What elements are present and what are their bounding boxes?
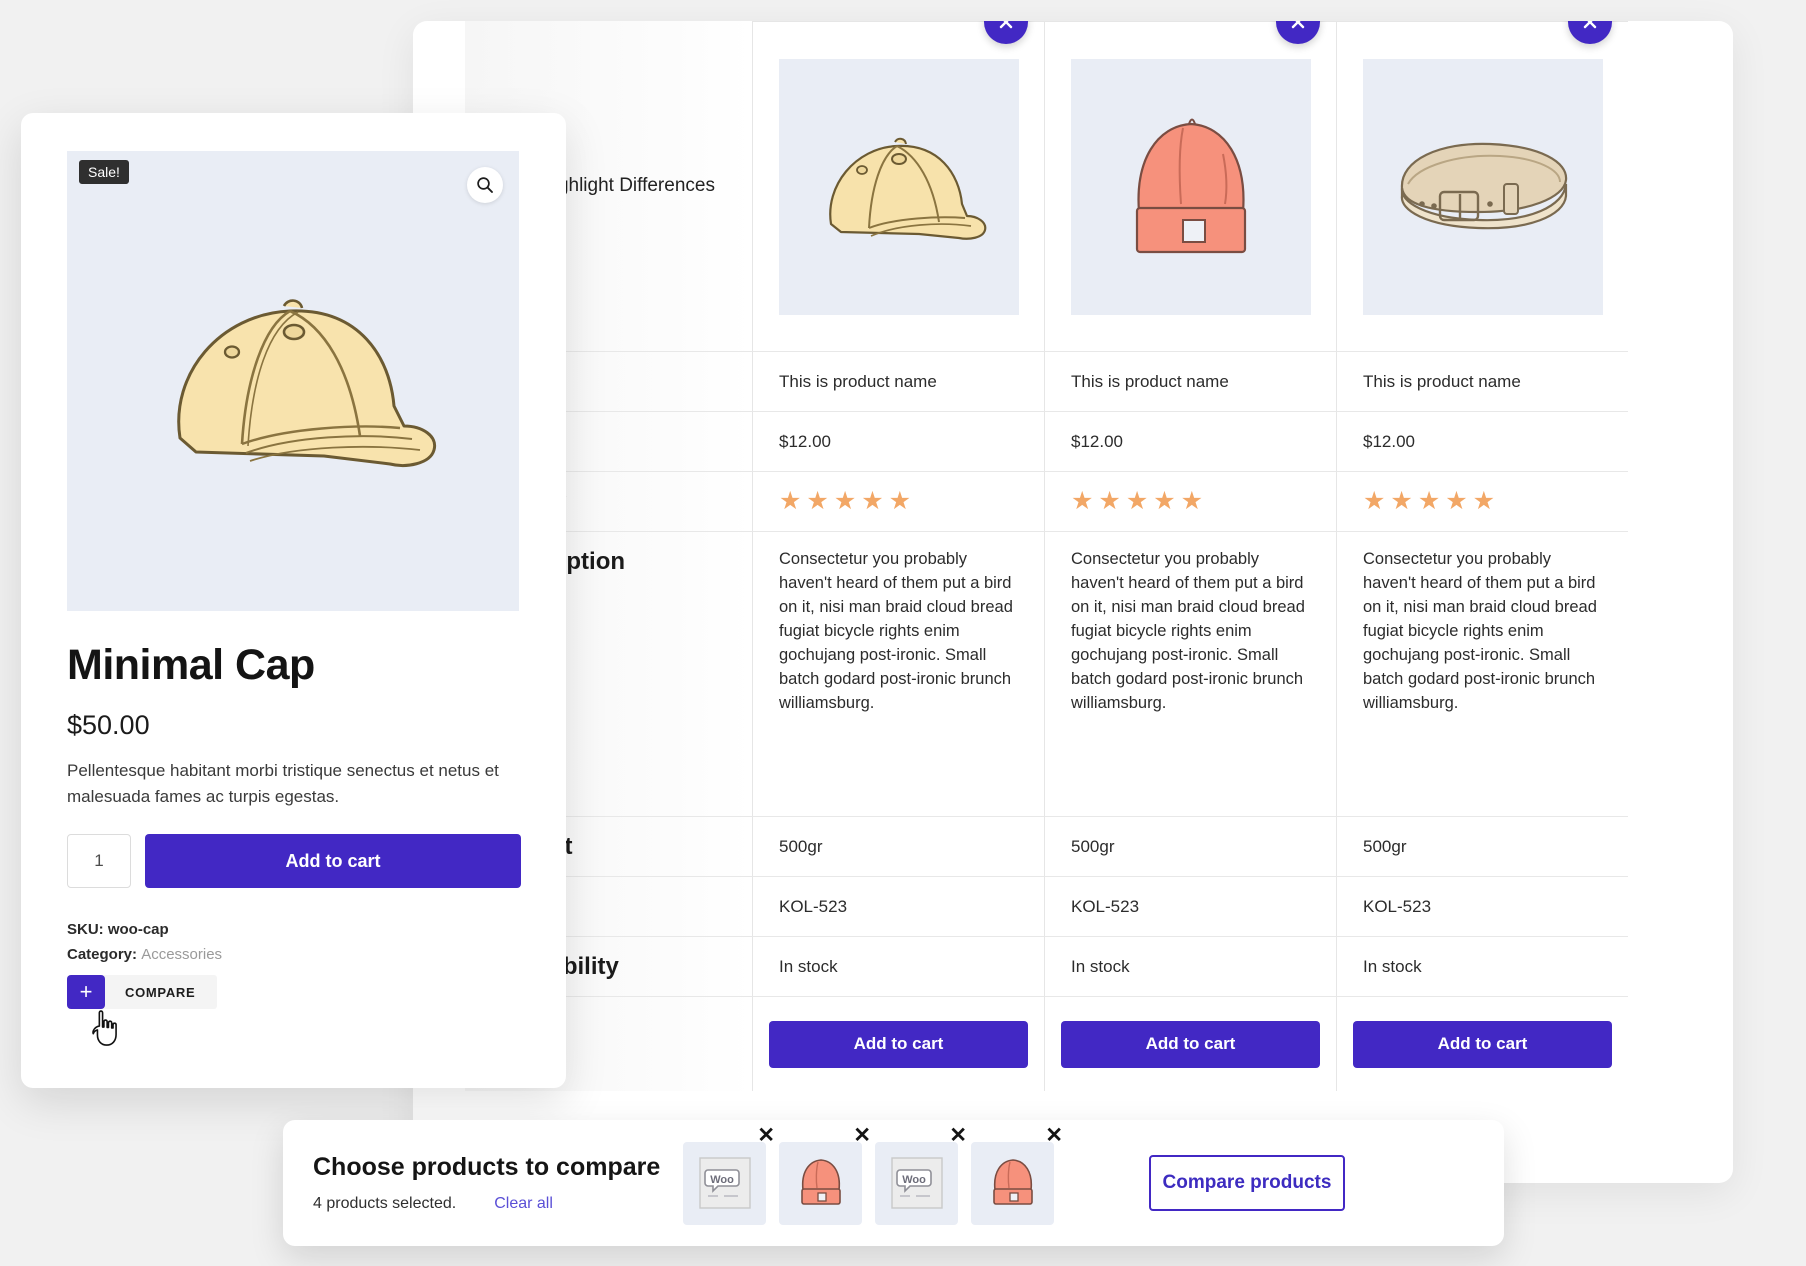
product-image-cap: [779, 59, 1019, 315]
product-category: Category: Accessories: [67, 946, 222, 963]
cell-availability-2: In stock: [1044, 936, 1336, 996]
table-row-actions: Add to cart Add to cart Add to cart: [465, 996, 1715, 1091]
product-detail-card: Sale! Minimal Cap $50.00: [21, 113, 566, 1088]
cursor-pointer-icon: [89, 1009, 123, 1047]
add-to-cart-button[interactable]: Add to cart: [1353, 1021, 1612, 1068]
cell-weight-1: 500gr: [752, 816, 1044, 876]
compare-products-button[interactable]: Compare products: [1149, 1155, 1345, 1211]
compare-table-card: Highlight Differences: [413, 21, 1733, 1183]
cell-weight-2: 500gr: [1044, 816, 1336, 876]
svg-text:Woo: Woo: [902, 1174, 926, 1186]
product-sku: SKU: woo-cap: [67, 921, 169, 938]
cell-rating-1: ★★★★★: [752, 471, 1044, 531]
cell-name-3: This is product name: [1336, 351, 1628, 411]
cell-sku-2: KOL-523: [1044, 876, 1336, 936]
selected-product-thumbnails: ✕ Woo ✕: [683, 1142, 1054, 1225]
plus-icon: +: [67, 975, 105, 1009]
compare-products-bar: Choose products to compare 4 products se…: [283, 1120, 1504, 1246]
product-image-beanie: [1071, 59, 1311, 315]
cell-availability-1: In stock: [752, 936, 1044, 996]
cell-weight-3: 500gr: [1336, 816, 1628, 876]
cell-actions-1: Add to cart: [752, 996, 1044, 1091]
svg-text:Woo: Woo: [710, 1174, 734, 1186]
cell-description-1: Consectetur you probably haven't heard o…: [752, 531, 1044, 816]
cell-price-1: $12.00: [752, 411, 1044, 471]
search-icon[interactable]: [467, 167, 503, 203]
thumbnail-beanie[interactable]: [971, 1142, 1054, 1225]
highlight-differences-label: Highlight Differences: [540, 175, 715, 197]
selected-count: 4 products selected.: [313, 1195, 456, 1213]
compare-button[interactable]: + COMPARE: [67, 975, 217, 1009]
thumbnail-woo-placeholder[interactable]: Woo: [875, 1142, 958, 1225]
cell-sku-1: KOL-523: [752, 876, 1044, 936]
star-rating-icon: ★★★★★: [1363, 489, 1500, 514]
cell-rating-2: ★★★★★: [1044, 471, 1336, 531]
star-rating-icon: ★★★★★: [1071, 489, 1208, 514]
cell-actions-2: Add to cart: [1044, 996, 1336, 1091]
product-column-header-1: [752, 21, 1044, 351]
list-item: ✕: [779, 1142, 862, 1225]
product-description: Pellentesque habitant morbi tristique se…: [67, 758, 522, 811]
clear-all-link[interactable]: Clear all: [494, 1195, 553, 1213]
add-to-cart-button[interactable]: Add to cart: [1061, 1021, 1320, 1068]
table-row: Price $12.00 $12.00 $12.00: [465, 411, 1715, 471]
table-row: Availability In stock In stock In stock: [465, 936, 1715, 996]
cell-description-3: Consectetur you probably haven't heard o…: [1336, 531, 1628, 816]
cell-price-2: $12.00: [1044, 411, 1336, 471]
cell-price-3: $12.00: [1336, 411, 1628, 471]
screen: Highlight Differences: [0, 0, 1806, 1266]
compare-button-label: COMPARE: [105, 985, 217, 1000]
product-gallery-image[interactable]: Sale!: [67, 151, 519, 611]
list-item: ✕ Woo: [683, 1142, 766, 1225]
close-icon[interactable]: ✕: [949, 1125, 967, 1146]
category-label: Category:: [67, 946, 137, 963]
table-row: SKU KOL-523 KOL-523 KOL-523: [465, 876, 1715, 936]
cell-name-2: This is product name: [1044, 351, 1336, 411]
table-row: Weight 500gr 500gr 500gr: [465, 816, 1715, 876]
cell-rating-3: ★★★★★: [1336, 471, 1628, 531]
list-item: ✕ Woo: [875, 1142, 958, 1225]
product-column-header-2: [1044, 21, 1336, 351]
cell-sku-3: KOL-523: [1336, 876, 1628, 936]
close-icon[interactable]: [1276, 21, 1320, 44]
close-icon[interactable]: ✕: [1045, 1125, 1063, 1146]
cell-availability-3: In stock: [1336, 936, 1628, 996]
compare-bar-text: Choose products to compare 4 products se…: [283, 1153, 683, 1213]
table-row: Rating ★★★★★ ★★★★★ ★★★★★: [465, 471, 1715, 531]
thumbnail-beanie[interactable]: [779, 1142, 862, 1225]
sale-badge: Sale!: [79, 160, 129, 184]
table-row: Name This is product name This is produc…: [465, 351, 1715, 411]
quantity-stepper[interactable]: 1: [67, 834, 131, 888]
close-icon[interactable]: ✕: [853, 1125, 871, 1146]
category-value[interactable]: Accessories: [141, 946, 222, 963]
page-title: Minimal Cap: [67, 641, 315, 690]
close-icon[interactable]: [1568, 21, 1612, 44]
close-icon[interactable]: ✕: [757, 1125, 775, 1146]
add-to-cart-button[interactable]: Add to cart: [145, 834, 521, 888]
list-item: ✕: [971, 1142, 1054, 1225]
compare-bar-title: Choose products to compare: [313, 1153, 683, 1182]
sku-label: SKU:: [67, 921, 104, 938]
table-header-row: Highlight Differences: [465, 21, 1715, 351]
cell-actions-3: Add to cart: [1336, 996, 1628, 1091]
product-column-header-3: [1336, 21, 1628, 351]
star-rating-icon: ★★★★★: [779, 489, 916, 514]
product-price: $50.00: [67, 710, 150, 741]
table-row: Description Consectetur you probably hav…: [465, 531, 1715, 816]
add-to-cart-button[interactable]: Add to cart: [769, 1021, 1028, 1068]
comparison-table: Highlight Differences: [465, 21, 1715, 1091]
sku-value: woo-cap: [108, 921, 169, 938]
cell-name-1: This is product name: [752, 351, 1044, 411]
cell-description-2: Consectetur you probably haven't heard o…: [1044, 531, 1336, 816]
product-image-belt: [1363, 59, 1603, 315]
close-icon[interactable]: [984, 21, 1028, 44]
thumbnail-woo-placeholder[interactable]: Woo: [683, 1142, 766, 1225]
